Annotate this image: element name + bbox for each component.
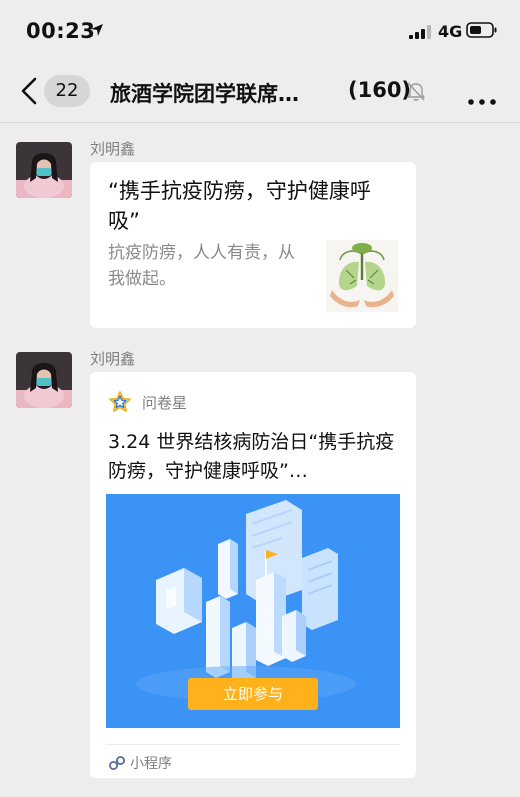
sender-avatar[interactable] xyxy=(16,352,72,408)
more-dots-icon[interactable] xyxy=(468,90,496,109)
network-type: 4G xyxy=(438,22,463,41)
sender-avatar[interactable] xyxy=(16,142,72,198)
sender-name: 刘明鑫 xyxy=(90,350,136,368)
star-outline-icon xyxy=(108,390,132,418)
link-title: “携手抗疫防痨，守护健康呼吸” xyxy=(108,179,371,233)
status-time: 00:23 xyxy=(26,19,96,43)
chat-title: 旅酒学院团学联席… xyxy=(110,82,299,106)
back-chevron-icon[interactable] xyxy=(20,77,38,109)
link-card[interactable]: “携手抗疫防痨，守护健康呼吸” 抗疫防痨，人人有责，从我做起。 xyxy=(90,162,416,328)
lungs-tree-icon xyxy=(326,240,398,312)
mini-program-cover: 立即参与 xyxy=(106,494,400,728)
signal-icon xyxy=(409,24,433,43)
status-bar: 00:23 4G xyxy=(0,0,520,60)
member-count: (160) xyxy=(348,78,412,102)
mini-program-icon xyxy=(108,754,126,776)
chat-header: 22 旅酒学院团学联席… (160) xyxy=(0,60,520,123)
mute-bell-icon xyxy=(405,80,427,106)
card-divider xyxy=(106,744,400,745)
battery-icon xyxy=(466,22,498,42)
join-now-button[interactable]: 立即参与 xyxy=(188,678,318,710)
mini-program-label: 小程序 xyxy=(130,756,172,772)
unread-count-badge[interactable]: 22 xyxy=(44,75,90,107)
mini-program-title: 3.24 世界结核病防治日“携手抗疫防痨，守护健康呼吸”… xyxy=(108,431,395,482)
link-description: 抗疫防痨，人人有责，从我做起。 xyxy=(108,243,295,289)
mini-program-source-name: 问卷星 xyxy=(142,394,188,412)
mini-program-card[interactable]: 问卷星 3.24 世界结核病防治日“携手抗疫防痨，守护健康呼吸”… 立即参与 小… xyxy=(90,372,416,778)
sender-name: 刘明鑫 xyxy=(90,140,136,158)
location-arrow-icon xyxy=(90,22,104,41)
